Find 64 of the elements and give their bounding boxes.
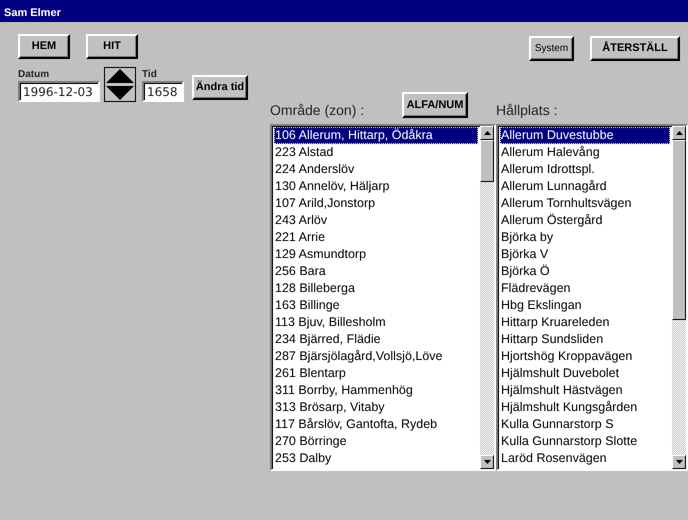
nav-button[interactable]: HIT — [86, 34, 138, 59]
list-item[interactable]: Hjälmshult Hästvägen — [500, 382, 670, 399]
scroll-up-icon[interactable] — [480, 126, 494, 140]
reset-button[interactable]: ÅTERSTÄLL — [590, 36, 680, 61]
time-label: Tid — [142, 69, 158, 81]
date-field[interactable]: 1996-12-03 — [18, 81, 100, 102]
scroll-up-icon[interactable] — [672, 126, 686, 140]
list-item[interactable]: Allerum Idrottspl. — [500, 161, 670, 178]
scroll-thumb[interactable] — [480, 140, 494, 182]
list-item[interactable]: Hbg Ekslingan — [500, 297, 670, 314]
nav-button[interactable]: HEM — [18, 34, 70, 59]
list-item[interactable]: 256 Bara — [274, 263, 478, 280]
list-item[interactable]: 107 Arild,Jonstorp — [274, 195, 478, 212]
zone-list[interactable] — [270, 124, 496, 471]
list-item[interactable]: Allerum Tornhultsvägen — [500, 195, 670, 212]
scrollbar[interactable] — [672, 126, 686, 469]
list-item[interactable]: 163 Billinge — [274, 297, 478, 314]
window-title: Sam Elmer — [0, 0, 688, 22]
date-label: Datum — [18, 69, 50, 81]
list-item[interactable]: Flädrevägen — [500, 280, 670, 297]
list-item[interactable]: 117 Bårslöv, Gantofta, Rydeb — [274, 416, 478, 433]
stop-list-label: Hållplats : — [496, 102, 558, 118]
list-item[interactable]: Allerum Halevång — [500, 144, 670, 161]
list-item[interactable]: 130 Annelöv, Häljarp — [274, 178, 478, 195]
list-item[interactable]: 270 Börringe — [274, 433, 478, 450]
list-item[interactable]: Laröd Rosenvägen — [500, 450, 670, 467]
list-item[interactable]: Hittarp Kruareleden — [500, 314, 670, 331]
list-item[interactable]: Hjälmshult Kungsgården — [500, 399, 670, 416]
scroll-thumb[interactable] — [672, 140, 686, 320]
list-item[interactable]: 253 Dalby — [274, 450, 478, 467]
list-item[interactable]: 129 Asmundtorp — [274, 246, 478, 263]
list-item[interactable]: 234 Bjärred, Flädie — [274, 331, 478, 348]
sort-button[interactable]: ALFA/NUM — [402, 92, 468, 118]
list-item[interactable]: Björka Ö — [500, 263, 670, 280]
list-item[interactable]: 223 Alstad — [274, 144, 478, 161]
list-item[interactable]: Kulla Gunnarstorp S — [500, 416, 670, 433]
time-field[interactable]: 1658 — [142, 81, 184, 102]
list-item[interactable]: 287 Bjärsjölagård,Vollsjö,Löve — [274, 348, 478, 365]
list-item[interactable]: Kulla Gunnarstorp Slotte — [500, 433, 670, 450]
change-time-button[interactable]: Ändra tid — [192, 75, 248, 100]
up-down-arrows-icon[interactable] — [104, 67, 136, 102]
list-item[interactable]: 224 Anderslöv — [274, 161, 478, 178]
list-item[interactable]: Hjälmshult Duvebolet — [500, 365, 670, 382]
list-item[interactable]: 221 Arrie — [274, 229, 478, 246]
list-item[interactable]: Björka by — [500, 229, 670, 246]
scroll-down-icon[interactable] — [480, 455, 494, 469]
list-item[interactable]: Hjortshög Kroppavägen — [500, 348, 670, 365]
list-item[interactable]: Allerum Lunnagård — [500, 178, 670, 195]
list-item[interactable]: 313 Brösarp, Vitaby — [274, 399, 478, 416]
scroll-down-icon[interactable] — [672, 455, 686, 469]
list-item[interactable]: 311 Borrby, Hammenhög — [274, 382, 478, 399]
list-item[interactable]: 243 Arlöv — [274, 212, 478, 229]
zone-list-label: Område (zon) : — [270, 102, 364, 118]
list-item[interactable]: 128 Billeberga — [274, 280, 478, 297]
list-item[interactable]: Allerum Duvestubbe — [500, 127, 670, 144]
stop-list[interactable] — [496, 124, 688, 471]
scrollbar[interactable] — [480, 126, 494, 469]
list-item[interactable]: 261 Blentarp — [274, 365, 478, 382]
system-button[interactable]: System — [529, 36, 574, 61]
list-item[interactable]: 113 Bjuv, Billesholm — [274, 314, 478, 331]
list-item[interactable]: Hittarp Sundsliden — [500, 331, 670, 348]
list-item[interactable]: Allerum Östergård — [500, 212, 670, 229]
list-item[interactable]: Björka V — [500, 246, 670, 263]
list-item[interactable]: 106 Allerum, Hittarp, Ödåkra — [274, 127, 478, 144]
